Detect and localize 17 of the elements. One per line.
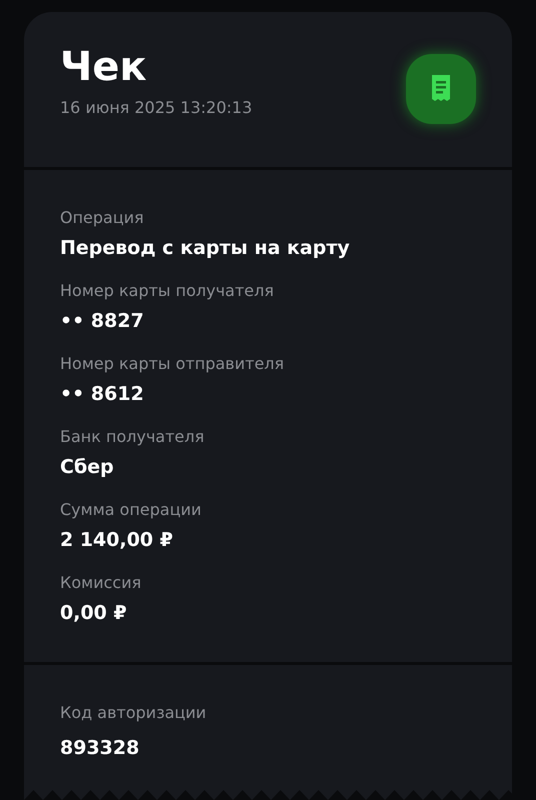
field-label: Операция	[60, 207, 145, 229]
receipt-icon	[430, 75, 452, 103]
field-value: 0,00 ₽	[60, 601, 128, 626]
field-value: •• 8827	[60, 309, 145, 334]
field-value: Перевод с карты на карту	[60, 236, 351, 261]
receipt-title: Чек	[60, 43, 148, 92]
field-value: Сбер	[60, 455, 115, 480]
field-label: Номер карты получателя	[60, 280, 275, 302]
field-label: Сумма операции	[60, 499, 202, 521]
field-label: Банк получателя	[60, 426, 206, 448]
field-label: Номер карты отправителя	[60, 353, 286, 375]
field-label: Код авторизации	[60, 702, 208, 724]
field-value: •• 8612	[60, 382, 145, 407]
receipt-date: 16 июня 2025 13:20:13	[60, 97, 252, 119]
field-label: Комиссия	[60, 572, 142, 594]
field-value: 893328	[60, 736, 140, 761]
field-value: 2 140,00 ₽	[60, 528, 174, 553]
